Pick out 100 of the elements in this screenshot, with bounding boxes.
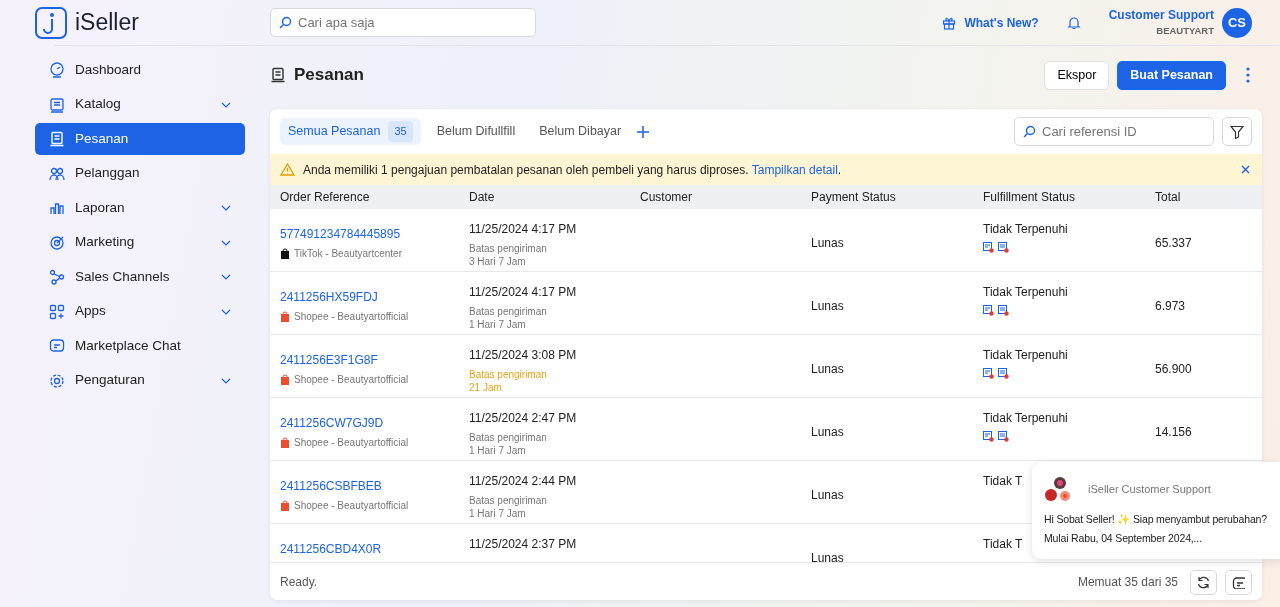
gift-icon — [942, 15, 957, 30]
search-icon — [279, 16, 292, 29]
chat-message: Hi Sobat Seller! ✨ Siap menyambut perubahan? Mulai Rabu, 04 September 2024,... — [1044, 512, 1268, 546]
tab[interactable]: Semua Pesanan 35 — [280, 118, 421, 145]
shopping-bag-icon — [280, 248, 290, 259]
column-header: Customer — [640, 189, 693, 206]
add-icon[interactable] — [637, 125, 650, 138]
sidebar-item[interactable]: Pengaturan — [35, 364, 245, 397]
detail-link[interactable]: Tampilkan detail — [751, 162, 838, 177]
column-header: Order Reference — [279, 189, 371, 206]
sales-channel: Shopee - Beautyartofficial — [294, 436, 409, 449]
shopping-bag-icon — [280, 374, 290, 385]
load-count: Memuat 35 dari 35 — [1077, 574, 1178, 591]
fulfillment-status: Tidak T — [983, 536, 1023, 553]
share-icon — [49, 269, 65, 285]
deadline-time: 1 Hari 7 Jam — [469, 318, 527, 331]
payment-status: Lunas — [811, 488, 844, 502]
order-total: 65.337 — [1155, 236, 1192, 250]
filter-button[interactable] — [1222, 117, 1252, 146]
search-field[interactable]: Cari apa saja — [270, 8, 536, 37]
order-reference-link[interactable]: 2411256CW7GJ9D — [280, 414, 469, 432]
whats-new-link[interactable]: What's New? — [942, 13, 1039, 32]
brand-name: iSeller — [75, 8, 139, 38]
chat-icon — [49, 338, 65, 354]
count-badge: 35 — [388, 121, 413, 142]
warning-icon — [280, 163, 295, 176]
column-header: Payment Status — [811, 189, 897, 206]
deadline-time: 3 Hari 7 Jam — [469, 255, 527, 268]
order-reference-link[interactable]: 2411256CSBFBEB — [280, 477, 469, 495]
deadline-time: 21 Jam — [469, 381, 503, 394]
payment-status: Lunas — [811, 299, 844, 313]
grid-icon — [49, 303, 65, 320]
order-reference-link[interactable]: 2411256CBD4X0R — [280, 540, 469, 558]
user-avatar[interactable]: CS — [1222, 7, 1252, 38]
user-name: Customer Support — [1108, 7, 1214, 25]
tab[interactable]: Belum Dibayar — [531, 118, 630, 145]
order-date: 11/25/2024 4:17 PM — [469, 221, 578, 238]
order-date: 11/25/2024 2:44 PM — [469, 473, 578, 490]
list-icon — [998, 242, 1009, 253]
receipt-icon — [983, 431, 994, 442]
payment-status: Lunas — [811, 551, 844, 562]
store-name: BEAUTYART — [1156, 24, 1214, 39]
chat-icon — [1232, 575, 1245, 589]
close-icon[interactable] — [1241, 165, 1250, 174]
export-button[interactable]: Ekspor — [1044, 60, 1110, 90]
order-total: 56.900 — [1155, 362, 1192, 376]
column-header: Total — [1155, 189, 1182, 206]
order-total: 6.973 — [1155, 299, 1186, 313]
page-title: Pesanan — [294, 64, 364, 87]
deadline-label: Batas pengiriman — [469, 305, 548, 318]
deadline-time: 1 Hari 7 Jam — [469, 507, 527, 520]
list-icon — [998, 431, 1009, 442]
deadline-label: Batas pengiriman — [469, 494, 548, 507]
alert-message: Anda memiliki 1 pengajuan pembatalan pesanan oleh pembeli yang harus diproses. Tampilkan detail. — [303, 161, 842, 179]
sidebar-item[interactable]: Pesanan — [35, 123, 245, 155]
create-order-button[interactable]: Buat Pesanan — [1117, 60, 1226, 90]
sidebar-item[interactable]: Laporan — [35, 192, 245, 224]
sidebar-item[interactable]: Dashboard — [35, 54, 245, 86]
document-icon — [49, 131, 65, 147]
logo-icon — [35, 6, 67, 39]
shopping-bag-icon — [280, 311, 290, 322]
deadline-label: Batas pengiriman — [469, 431, 548, 444]
search-icon — [1023, 125, 1036, 138]
shopping-bag-icon — [280, 437, 290, 448]
deadline-time: 1 Hari 7 Jam — [469, 444, 527, 457]
list-icon — [998, 368, 1009, 379]
deadline-label: Batas pengiriman — [469, 368, 548, 381]
order-reference-link[interactable]: 2411256E3F1G8F — [280, 351, 469, 369]
fulfillment-status: Tidak Terpenuhi — [983, 410, 1068, 427]
sidebar-item[interactable]: Apps — [35, 295, 245, 328]
sidebar-item[interactable]: Katalog — [35, 88, 245, 121]
order-date: 11/25/2024 3:08 PM — [469, 347, 578, 364]
fulfillment-status: Tidak Terpenuhi — [983, 221, 1068, 238]
sidebar-item[interactable]: Pelanggan — [35, 157, 245, 190]
sender-name: iSeller Customer Support — [1088, 482, 1211, 496]
sidebar-item[interactable]: Marketing — [35, 226, 245, 259]
reference-search-field[interactable]: Cari referensi ID — [1014, 117, 1214, 146]
order-reference-link[interactable]: 2411256HX59FDJ — [280, 288, 469, 306]
payment-status: Lunas — [811, 362, 844, 376]
notification-bell-icon[interactable] — [1066, 15, 1081, 30]
receipt-icon — [983, 242, 994, 253]
message-button[interactable] — [1225, 569, 1252, 595]
order-reference-link[interactable]: 577491234784445895 — [280, 225, 469, 243]
more-options-icon[interactable] — [1246, 67, 1250, 83]
refresh-button[interactable] — [1190, 569, 1217, 595]
receipt-icon — [983, 368, 994, 379]
sales-channel: TikTok - Beautyartcenter — [294, 247, 402, 260]
column-header: Fulfillment Status — [983, 189, 1077, 206]
book-icon — [49, 96, 65, 113]
payment-status: Lunas — [811, 236, 844, 250]
order-total: 14.156 — [1155, 425, 1192, 439]
sidebar-item[interactable]: Marketplace Chat — [35, 330, 245, 362]
chat-popup[interactable]: iSeller Customer Support Hi Sobat Seller! ✨ Siap menyambut perubahan? Mulai Rabu, 04 September 2024,... — [1032, 462, 1280, 559]
sales-channel: Shopee - Beautyartofficial — [294, 499, 409, 512]
list-icon — [998, 305, 1009, 316]
tab[interactable]: Belum Difullfill — [428, 118, 524, 145]
sidebar-item[interactable]: Sales Channels — [35, 261, 245, 293]
sales-channel: Shopee - Beautyartofficial — [294, 373, 409, 386]
receipt-icon — [983, 305, 994, 316]
bar-chart-icon — [49, 200, 65, 216]
